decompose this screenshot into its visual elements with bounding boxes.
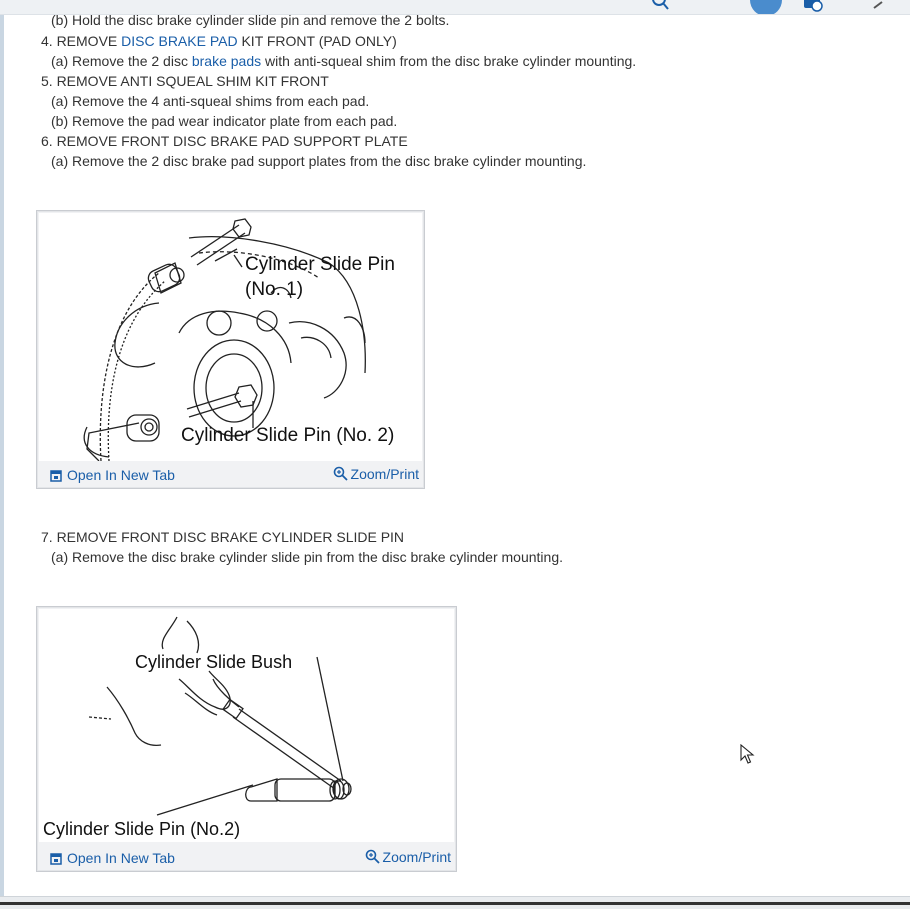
mouse-pointer-icon [740,744,755,764]
open-in-new-tab-label: Open In New Tab [67,467,175,483]
label-pin-1-line2: (No. 1) [245,279,303,300]
zoom-magnifier-icon [365,849,380,864]
step-5a: (a) Remove the 4 anti-squeal shims from … [51,93,370,109]
zoom-print-label: Zoom/Print [350,466,419,482]
figure-1-image[interactable]: Cylinder Slide Pin (No. 1) Cylinder Slid… [39,213,422,462]
add-icon[interactable] [802,0,826,12]
step-4a: (a) Remove the 2 disc brake pads with an… [51,52,636,70]
figure-2-actions: Open In New Tab Zoom/Print [37,845,456,871]
label-cylinder-slide-bush: Cylinder Slide Bush [135,652,292,672]
step-6a: (a) Remove the 2 disc brake pad support … [51,153,587,169]
step-7-heading: 7. REMOVE FRONT DISC BRAKE CYLINDER SLID… [41,529,405,545]
open-in-new-tab-label: Open In New Tab [67,850,175,866]
figure-1: Cylinder Slide Pin (No. 1) Cylinder Slid… [36,210,425,489]
zoom-print-button[interactable]: Zoom/Print [333,465,419,483]
brake-pads-link[interactable]: brake pads [192,53,261,69]
open-in-new-tab-button[interactable]: Open In New Tab [50,466,175,484]
step-5b: (b) Remove the pad wear indicator plate … [51,113,398,129]
menu-icon[interactable] [870,0,890,12]
window-bottom-bar [0,896,910,909]
open-in-new-tab-button[interactable]: Open In New Tab [50,849,175,867]
step-4a-suffix: with anti-squeal shim from the disc brak… [261,53,637,69]
label-cylinder-slide-pin-no2: Cylinder Slide Pin (No.2) [43,819,240,839]
step-7a: (a) Remove the disc brake cylinder slide… [51,549,564,565]
zoom-print-label: Zoom/Print [382,849,451,865]
disc-brake-pad-link[interactable]: DISC BRAKE PAD [121,33,237,49]
step-4-suffix: KIT FRONT (PAD ONLY) [237,33,397,49]
step-4-heading: 4. REMOVE DISC BRAKE PAD KIT FRONT (PAD … [41,32,397,50]
slide-pin-illustration: Cylinder Slide Bush Cylinder Slide Pin (… [43,616,352,839]
figure-2-image[interactable]: Cylinder Slide Bush Cylinder Slide Pin (… [39,609,454,842]
step-4-prefix: 4. REMOVE [41,33,122,49]
figure-2: Cylinder Slide Bush Cylinder Slide Pin (… [36,606,457,872]
open-new-tab-icon [50,853,62,865]
open-new-tab-icon [50,470,62,482]
taskbar-edge [0,902,910,905]
label-pin-2: Cylinder Slide Pin (No. 2) [181,425,394,446]
step-5-heading: 5. REMOVE ANTI SQUEAL SHIM KIT FRONT [41,73,329,89]
step-3b: (b) Hold the disc brake cylinder slide p… [51,12,450,28]
zoom-print-button[interactable]: Zoom/Print [365,848,451,866]
avatar[interactable] [750,0,782,14]
figure-1-actions: Open In New Tab Zoom/Print [37,462,424,488]
zoom-magnifier-icon [333,466,348,481]
search-icon[interactable] [650,0,670,12]
step-6-heading: 6. REMOVE FRONT DISC BRAKE PAD SUPPORT P… [41,133,408,149]
step-4a-prefix: (a) Remove the 2 disc [51,53,192,69]
window-left-edge [0,0,4,896]
brake-caliper-illustration: Cylinder Slide Pin (No. 1) Cylinder Slid… [83,218,395,462]
label-pin-1-line1: Cylinder Slide Pin [245,254,395,275]
